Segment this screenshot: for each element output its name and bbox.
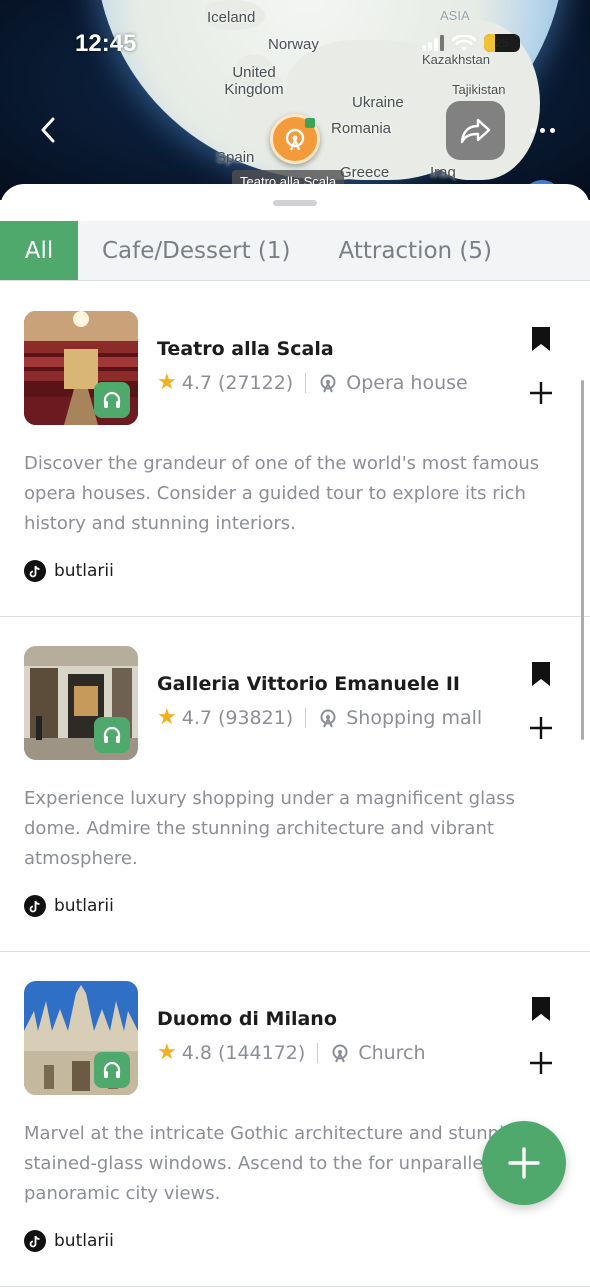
plus-icon[interactable] xyxy=(528,1050,554,1076)
plus-icon xyxy=(508,1147,540,1179)
more-dots-icon xyxy=(529,127,535,133)
bookmark-icon[interactable] xyxy=(530,660,552,688)
map-label-united-kingdom: United Kingdom xyxy=(224,64,284,98)
back-button[interactable] xyxy=(26,108,70,152)
audio-guide-badge[interactable] xyxy=(94,1052,130,1088)
map-label-tajikistan: Tajikistan xyxy=(452,82,506,97)
map-label-asia: ASIA xyxy=(440,8,470,23)
place-rating: 4.7 xyxy=(181,371,212,394)
ferris-wheel-icon xyxy=(318,708,338,728)
author-link[interactable]: butlarii xyxy=(24,560,114,582)
add-place-button[interactable] xyxy=(482,1121,566,1205)
share-button[interactable] xyxy=(446,101,505,160)
map-label-romania: Romania xyxy=(331,120,392,137)
map-label-ukraine: Ukraine xyxy=(352,94,404,111)
star-icon: ★ xyxy=(157,705,177,730)
battery-indicator: 25 xyxy=(484,34,520,52)
headphones-icon xyxy=(103,1061,121,1078)
audio-guide-badge[interactable] xyxy=(94,717,130,753)
scrollbar[interactable] xyxy=(581,380,584,740)
plus-icon[interactable] xyxy=(528,380,554,406)
author-name: butlarii xyxy=(54,1231,114,1251)
map-pin-teatro[interactable] xyxy=(270,114,320,164)
place-meta: ★ 4.7 (27122) Opera house xyxy=(157,370,468,395)
tiktok-icon xyxy=(24,895,46,917)
share-arrow-icon xyxy=(460,118,490,143)
tab-all[interactable]: All xyxy=(0,221,78,280)
places-sheet: All Cafe/Dessert (1) Attraction (5) Teat… xyxy=(0,184,590,1287)
place-category: Church xyxy=(358,1041,426,1064)
author-name: butlarii xyxy=(54,896,114,916)
pin-status-dot xyxy=(305,118,315,128)
place-category: Opera house xyxy=(346,371,468,394)
ferris-wheel-icon xyxy=(318,373,338,393)
sheet-drag-handle[interactable] xyxy=(273,200,317,206)
author-link[interactable]: butlarii xyxy=(24,1230,114,1252)
bookmark-icon[interactable] xyxy=(530,995,552,1023)
map-label-norway: Norway xyxy=(268,36,319,53)
battery-level: 25 xyxy=(495,36,509,50)
category-tabs: All Cafe/Dessert (1) Attraction (5) xyxy=(0,221,590,281)
place-card[interactable]: Galleria Vittorio Emanuele II ★ 4.7 (938… xyxy=(0,617,590,952)
tiktok-icon xyxy=(24,1230,46,1252)
place-name[interactable]: Galleria Vittorio Emanuele II xyxy=(157,673,460,695)
place-description: Discover the grandeur of one of the worl… xyxy=(24,453,540,534)
wifi-icon xyxy=(452,34,476,51)
author-link[interactable]: butlarii xyxy=(24,895,114,917)
star-icon: ★ xyxy=(157,1040,177,1065)
place-description: Experience luxury shopping under a magni… xyxy=(24,788,515,869)
signal-icon xyxy=(422,35,444,51)
status-time: 12:45 xyxy=(75,30,137,57)
map-view[interactable]: Iceland Norway United Kingdom Ukraine Ro… xyxy=(0,0,590,200)
bookmark-icon[interactable] xyxy=(530,325,552,353)
tab-attraction[interactable]: Attraction (5) xyxy=(315,221,517,280)
more-button[interactable] xyxy=(520,112,564,148)
place-rating: 4.8 xyxy=(181,1041,212,1064)
place-rating: 4.7 xyxy=(181,706,212,729)
ferris-wheel-icon xyxy=(330,1043,350,1063)
headphones-icon xyxy=(103,726,121,743)
map-label-iceland: Iceland xyxy=(207,9,256,26)
audio-guide-badge[interactable] xyxy=(94,382,130,418)
meta-divider xyxy=(317,1042,319,1063)
star-icon: ★ xyxy=(157,370,177,395)
place-photo[interactable] xyxy=(24,311,138,425)
map-label-iraq: Iraq xyxy=(430,164,456,181)
ferris-wheel-icon xyxy=(285,128,305,151)
meta-divider xyxy=(305,707,307,728)
map-label-spain: Spain xyxy=(216,149,255,166)
tiktok-icon xyxy=(24,560,46,582)
place-photo[interactable] xyxy=(24,981,138,1095)
place-photo[interactable] xyxy=(24,646,138,760)
place-name[interactable]: Teatro alla Scala xyxy=(157,338,334,360)
place-meta: ★ 4.7 (93821) Shopping mall xyxy=(157,705,482,730)
place-review-count: (144172) xyxy=(217,1041,306,1064)
place-name[interactable]: Duomo di Milano xyxy=(157,1008,337,1030)
author-name: butlarii xyxy=(54,561,114,581)
plus-icon[interactable] xyxy=(528,715,554,741)
place-review-count: (27122) xyxy=(217,371,294,394)
place-review-count: (93821) xyxy=(217,706,294,729)
place-card[interactable]: Duomo di Milano ★ 4.8 (144172) Church Ma… xyxy=(0,952,590,1287)
place-card[interactable]: Teatro alla Scala ★ 4.7 (27122) Opera ho… xyxy=(0,282,590,617)
headphones-icon xyxy=(103,391,121,408)
status-icons: 25 xyxy=(422,34,520,52)
map-label-greece: Greece xyxy=(340,164,390,181)
tab-cafe-dessert[interactable]: Cafe/Dessert (1) xyxy=(78,221,315,280)
place-category: Shopping mall xyxy=(346,706,483,729)
chevron-left-icon xyxy=(41,117,55,143)
map-label-kazakhstan: Kazakhstan xyxy=(422,52,490,67)
place-meta: ★ 4.8 (144172) Church xyxy=(157,1040,426,1065)
meta-divider xyxy=(305,372,307,393)
